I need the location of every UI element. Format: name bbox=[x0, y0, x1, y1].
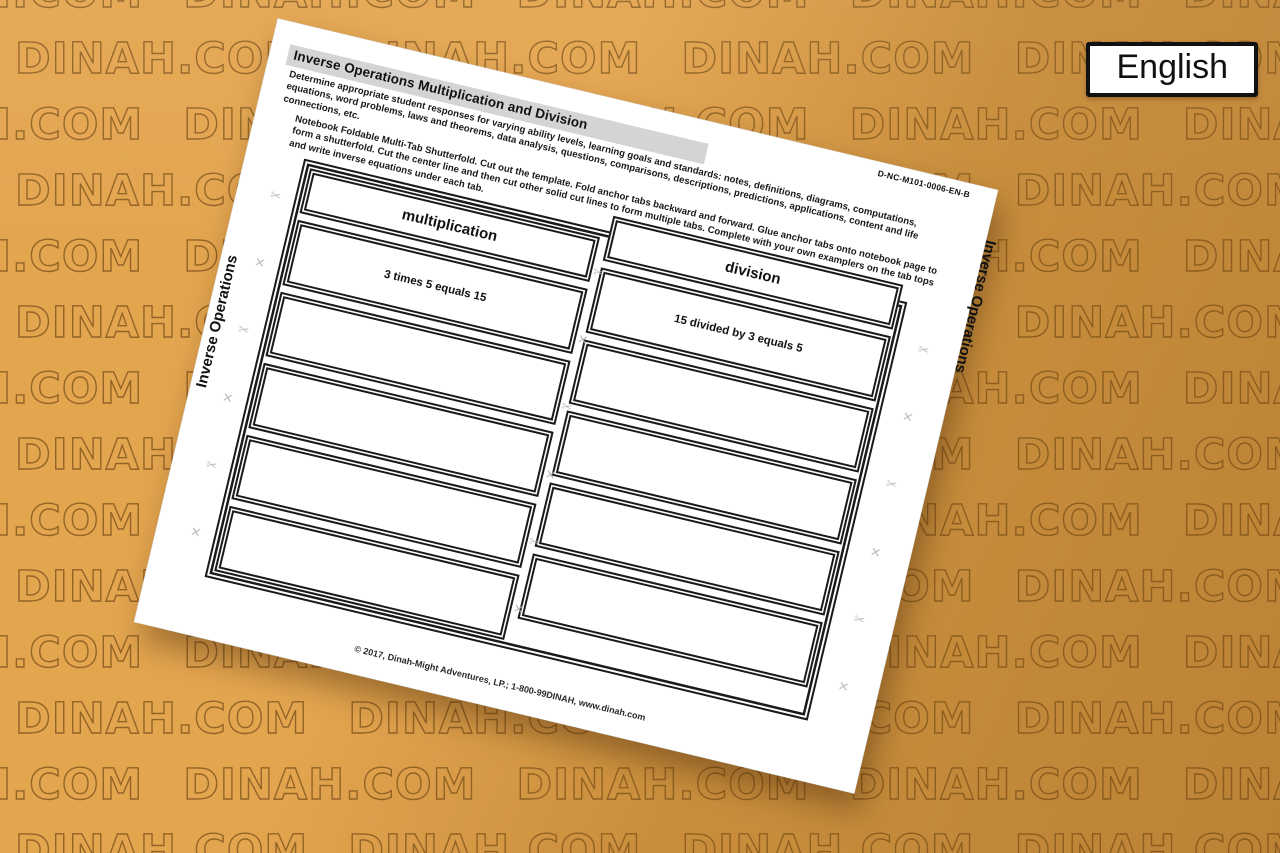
scissors-icon: ✂ bbox=[591, 263, 606, 282]
scissors-icon: ✂ bbox=[204, 456, 219, 474]
scissors-icon: ✂ bbox=[559, 398, 574, 416]
cut-x-icon: ✕ bbox=[511, 600, 526, 618]
tab-example-label: 3 times 5 equals 15 bbox=[382, 268, 488, 305]
tab-header-label: division bbox=[723, 257, 783, 288]
cut-x-icon: ✕ bbox=[836, 677, 851, 695]
scissors-icon: ✂ bbox=[852, 610, 867, 628]
scissors-icon: ✂ bbox=[916, 341, 931, 359]
cut-x-icon: ✕ bbox=[188, 523, 203, 541]
cut-x-icon: ✕ bbox=[900, 408, 915, 426]
scissors-icon: ✂ bbox=[268, 187, 283, 205]
cut-x-icon: ✕ bbox=[220, 388, 235, 406]
cut-x-icon: ✕ bbox=[868, 543, 883, 561]
scissors-icon: ✂ bbox=[884, 475, 899, 494]
scissors-icon: ✂ bbox=[527, 533, 542, 551]
tab-example-label: 15 divided by 3 equals 5 bbox=[672, 313, 804, 356]
screenshot-stage: DINAH.COMDINAH.COMDINAH.COMDINAH.COMDINA… bbox=[0, 0, 1280, 853]
language-badge[interactable]: English bbox=[1086, 42, 1258, 97]
scissors-icon: ✂ bbox=[236, 321, 251, 339]
cut-x-icon: ✕ bbox=[575, 331, 590, 349]
tab-header-label: multiplication bbox=[400, 205, 500, 245]
cut-x-icon: ✕ bbox=[252, 254, 267, 272]
cut-x-icon: ✕ bbox=[543, 465, 558, 483]
